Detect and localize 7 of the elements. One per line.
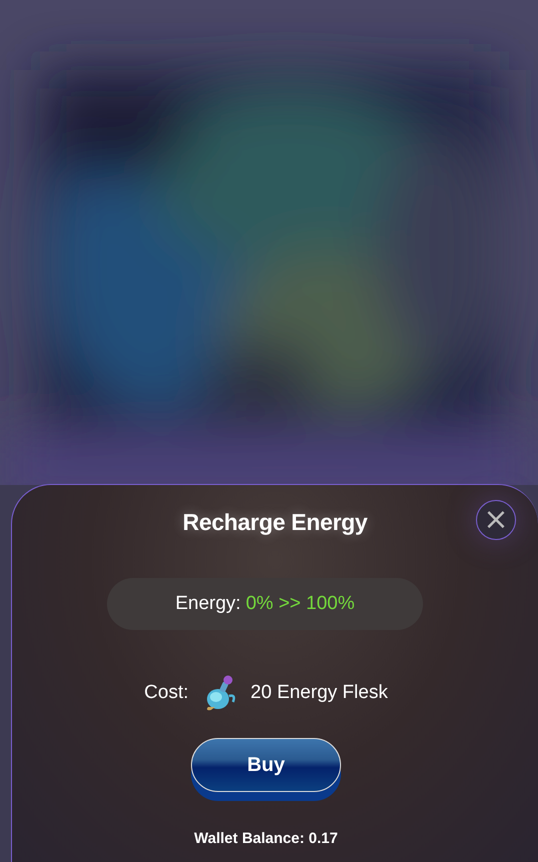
cost-amount: 20 Energy Flesk (250, 682, 388, 704)
energy-value: 0% >> 100% (246, 593, 355, 615)
cost-label: Cost: (144, 682, 189, 704)
close-button[interactable]: × (476, 500, 516, 540)
dialog-title: Recharge Energy (182, 509, 368, 536)
wallet-balance: Wallet Balance: 0.17 (194, 830, 338, 847)
energy-label: Energy: (175, 593, 241, 615)
